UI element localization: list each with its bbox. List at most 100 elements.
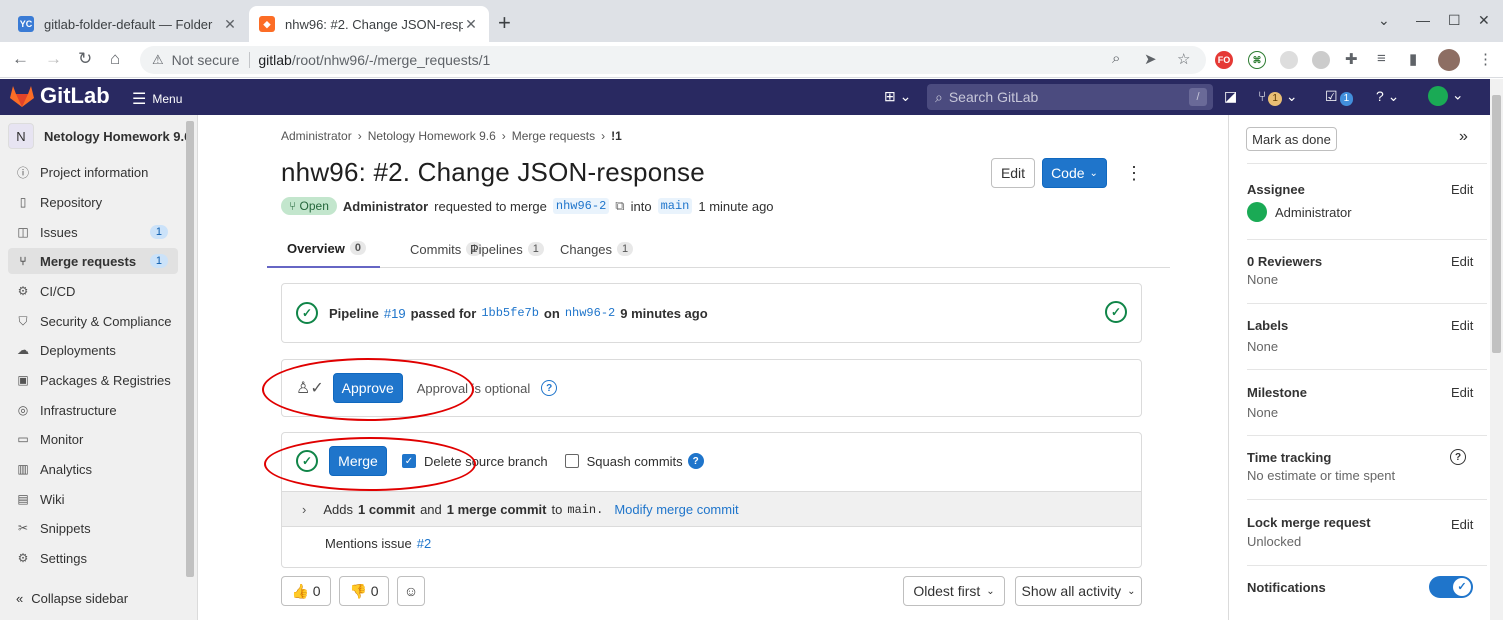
breadcrumb-item[interactable]: Netology Homework 9.6	[368, 129, 496, 143]
activity-filter-dropdown[interactable]: Show all activity ⌄	[1015, 576, 1142, 606]
sidebar-scrollbar[interactable]	[186, 121, 194, 577]
sidebar-item-project-information[interactable]: ⓘ Project information	[8, 159, 178, 185]
close-tab-icon[interactable]: ✕	[463, 16, 479, 33]
chrome-menu-icon[interactable]: ⋮	[1478, 50, 1493, 68]
tab-pipelines[interactable]: Pipelines 1	[470, 230, 544, 268]
sidebar-item-packages[interactable]: ▣ Packages & Registries	[8, 367, 178, 393]
assignee-name[interactable]: Administrator	[1275, 205, 1352, 220]
close-window-icon[interactable]: ✕	[1478, 12, 1490, 29]
code-dropdown-button[interactable]: Code ⌄	[1042, 158, 1107, 188]
search-input[interactable]: ⌕ Search GitLab /	[927, 84, 1213, 110]
thumbs-down-button[interactable]: 👎 0	[339, 576, 389, 606]
gitlab-logo[interactable]: GitLab	[10, 83, 110, 109]
close-tab-icon[interactable]: ✕	[222, 16, 238, 33]
tab-search-icon[interactable]: ⌄	[1378, 12, 1390, 29]
sidebar-item-cicd[interactable]: ⚙ CI/CD	[8, 278, 178, 304]
send-icon[interactable]: ➤	[1144, 50, 1157, 68]
author-link[interactable]: Administrator	[343, 199, 428, 214]
breadcrumb-item[interactable]: Merge requests	[512, 129, 595, 143]
code-label: Code	[1051, 165, 1085, 181]
sidebar-item-settings[interactable]: ⚙ Settings	[8, 545, 178, 571]
assignee-avatar[interactable]	[1247, 202, 1267, 222]
sidebar-item-deployments[interactable]: ☁ Deployments	[8, 337, 178, 363]
playlist-icon[interactable]: ≡	[1377, 50, 1386, 67]
notifications-toggle[interactable]: ✓	[1429, 576, 1473, 598]
issue-link[interactable]: #2	[417, 536, 431, 551]
sidepanel-icon[interactable]: ▮	[1409, 50, 1417, 68]
commit-sha[interactable]: 1bb5fe7b	[481, 306, 539, 320]
chevron-right-icon[interactable]: ›	[302, 502, 306, 517]
puzzle-icon[interactable]: ✚	[1345, 50, 1358, 68]
pipeline-link[interactable]: #19	[384, 306, 406, 321]
reviewers-edit-link[interactable]: Edit	[1451, 254, 1473, 269]
bookmark-star-icon[interactable]: ☆	[1177, 50, 1190, 68]
issues-icon[interactable]: ◪	[1224, 88, 1237, 105]
more-actions-icon[interactable]: ⋮	[1125, 163, 1143, 184]
squash-checkbox[interactable]	[564, 454, 579, 468]
extension-icon[interactable]: ⌘	[1248, 51, 1266, 69]
collapse-right-sidebar-icon[interactable]: »	[1459, 128, 1468, 146]
chevron-down-icon: ⌄	[986, 585, 995, 597]
source-branch[interactable]: nhw96-2	[552, 198, 610, 214]
assignee-edit-link[interactable]: Edit	[1451, 182, 1473, 197]
thumbs-up-button[interactable]: 👍 0	[281, 576, 331, 606]
forward-icon[interactable]: →	[45, 49, 62, 69]
branch-link[interactable]: nhw96-2	[565, 306, 615, 320]
help-icon[interactable]: ? ⌄	[1376, 88, 1399, 105]
back-icon[interactable]: ←	[12, 49, 29, 69]
modify-merge-commit-link[interactable]: Modify merge commit	[614, 502, 738, 517]
new-tab-icon[interactable]: +	[498, 10, 511, 36]
user-avatar[interactable]: ⌄	[1428, 86, 1464, 106]
extension-icon[interactable]	[1280, 51, 1298, 69]
zoom-icon[interactable]: ⌕	[1112, 50, 1120, 67]
check-circle-icon[interactable]: ✓	[296, 302, 318, 324]
browser-tab-folder[interactable]: YC gitlab-folder-default — Folder ✕	[8, 6, 248, 42]
merge-requests-icon[interactable]: ⑂ 1 ⌄	[1258, 88, 1298, 106]
sort-order-dropdown[interactable]: Oldest first ⌄	[903, 576, 1005, 606]
lock-edit-link[interactable]: Edit	[1451, 517, 1473, 532]
breadcrumb-item[interactable]: Administrator	[281, 129, 352, 143]
extension-fo-icon[interactable]: FO	[1215, 51, 1233, 69]
scrollbar-thumb[interactable]	[1492, 95, 1501, 353]
tab-changes[interactable]: Changes 1	[560, 230, 634, 268]
reload-icon[interactable]: ↻	[78, 49, 92, 69]
sidebar-item-security[interactable]: ⛉ Security & Compliance	[8, 308, 178, 334]
add-reaction-button[interactable]: ☺	[397, 576, 425, 606]
todos-icon[interactable]: ☑ 1	[1325, 88, 1354, 106]
help-icon[interactable]: ?	[687, 453, 704, 469]
mark-as-done-button[interactable]: Mark as done	[1246, 127, 1337, 151]
minimize-icon[interactable]: —	[1416, 12, 1430, 28]
home-icon[interactable]: ⌂	[110, 49, 120, 69]
copy-icon[interactable]: ⧉	[615, 198, 624, 214]
sidebar-item-analytics[interactable]: ▥ Analytics	[8, 456, 178, 482]
page-scrollbar[interactable]	[1490, 79, 1503, 620]
browser-tab-mr[interactable]: ◆ nhw96: #2. Change JSON-resp ✕	[249, 6, 489, 42]
menu-button[interactable]: ☰ Menu	[132, 89, 182, 109]
help-icon[interactable]: ?	[541, 380, 558, 396]
labels-edit-link[interactable]: Edit	[1451, 318, 1473, 333]
shield-extension-icon[interactable]	[1312, 51, 1330, 69]
check-circle-icon[interactable]: ✓	[1105, 301, 1127, 323]
pipeline-widget: ✓ Pipeline #19 passed for 1bb5fe7b on nh…	[281, 283, 1142, 343]
rocket-icon: ⚙	[17, 284, 29, 298]
profile-avatar[interactable]	[1438, 49, 1460, 71]
collapse-sidebar-button[interactable]: « Collapse sidebar	[16, 591, 128, 606]
project-header[interactable]: N Netology Homework 9.6	[8, 123, 191, 149]
milestone-edit-link[interactable]: Edit	[1451, 385, 1473, 400]
sidebar-item-merge-requests[interactable]: ⑂ Merge requests 1	[8, 248, 178, 274]
sidebar-item-snippets[interactable]: ✂ Snippets	[8, 515, 178, 541]
target-branch[interactable]: main	[657, 198, 693, 214]
sidebar-item-infrastructure[interactable]: ◎ Infrastructure	[8, 397, 178, 423]
url-field[interactable]: ⚠ Not secure gitlab /root/nhw96/-/merge_…	[140, 46, 1206, 74]
new-item-icon[interactable]: ⊞ ⌄	[884, 88, 911, 105]
sidebar-item-monitor[interactable]: ▭ Monitor	[8, 426, 178, 452]
sidebar-item-wiki[interactable]: ▤ Wiki	[8, 486, 178, 512]
help-icon[interactable]: ?	[1450, 449, 1466, 465]
maximize-icon[interactable]: ☐	[1448, 12, 1461, 29]
divider	[1247, 499, 1487, 500]
breadcrumb-item[interactable]: !1	[611, 129, 622, 143]
sidebar-item-issues[interactable]: ◫ Issues 1	[8, 219, 178, 245]
sidebar-item-repository[interactable]: ▯ Repository	[8, 189, 178, 215]
edit-button[interactable]: Edit	[991, 158, 1035, 188]
tab-overview[interactable]: Overview 0	[267, 230, 380, 268]
